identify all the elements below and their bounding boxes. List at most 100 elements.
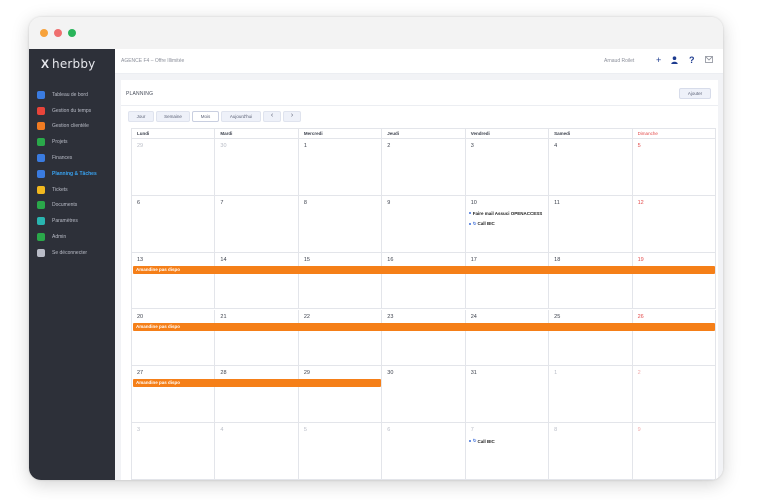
window-control-green[interactable] bbox=[68, 29, 76, 37]
sidebar-item-8[interactable]: Paramètres bbox=[29, 213, 115, 229]
calendar-day-cell[interactable]: 1 bbox=[299, 139, 383, 195]
calendar-multiday-event[interactable]: Amandine pas dispo bbox=[133, 265, 715, 274]
day-number: 16 bbox=[387, 256, 394, 263]
event-dot-icon bbox=[468, 222, 471, 225]
sidebar-item-7[interactable]: Documents bbox=[29, 198, 115, 214]
sidebar-item-2[interactable]: Gestion clientèle bbox=[29, 119, 115, 135]
day-number: 17 bbox=[470, 256, 477, 263]
calendar-day-cell[interactable]: 3 bbox=[132, 423, 216, 479]
calendar-day-cell[interactable]: 4 bbox=[215, 423, 299, 479]
event-dot-icon bbox=[468, 440, 471, 443]
calendar-day-cell[interactable]: 9 bbox=[382, 195, 466, 252]
calendar-day-cell[interactable]: 8 bbox=[549, 423, 633, 479]
sidebar-item-10[interactable]: Se déconnecter bbox=[29, 245, 115, 261]
sidebar-item-6[interactable]: Tickets bbox=[29, 182, 115, 198]
prev-month-button[interactable]: ‹ bbox=[263, 111, 281, 122]
calendar-day-cell[interactable]: 9 bbox=[633, 423, 716, 479]
calendar-day-cell[interactable]: 18 bbox=[549, 252, 633, 309]
calendar-day-cell[interactable]: 27 bbox=[132, 366, 216, 423]
calendar-multiday-event[interactable]: Amandine pas dispo bbox=[133, 322, 715, 331]
chevron-right-icon: › bbox=[290, 112, 294, 119]
calendar-week-row: 20 21 22 23 24 25 26 bbox=[132, 309, 716, 367]
plus-icon[interactable]: + bbox=[656, 56, 661, 65]
view-day-button[interactable]: Jour bbox=[128, 111, 154, 122]
sidebar-item-0[interactable]: Tableau de bord bbox=[29, 87, 115, 103]
calendar-day-cell[interactable]: 7 bbox=[215, 195, 299, 252]
calendar-day-cell[interactable]: 26 bbox=[633, 309, 716, 366]
calendar-day-cell[interactable]: 3 bbox=[466, 139, 550, 195]
wallet-icon bbox=[37, 154, 45, 163]
day-number: 25 bbox=[554, 313, 561, 320]
calendar-day-cell[interactable]: 28 bbox=[215, 366, 299, 423]
logout-icon bbox=[37, 248, 45, 257]
view-today-button[interactable]: Aujourd'hui bbox=[221, 111, 261, 122]
add-button[interactable]: Ajouter bbox=[679, 88, 711, 99]
day-number: 23 bbox=[387, 313, 394, 320]
calendar-day-cell[interactable]: 29 bbox=[132, 139, 216, 195]
calendar-day-cell[interactable]: 29 bbox=[299, 366, 383, 423]
sidebar-item-9[interactable]: Admin bbox=[29, 229, 115, 245]
sidebar-item-3[interactable]: Projets bbox=[29, 134, 115, 150]
calendar-grid: Lundi Mardi Mercredi Jeudi Vendredi Samedi Dim… bbox=[131, 128, 716, 480]
calendar-multiday-event[interactable]: Amandine pas dispo bbox=[133, 379, 382, 388]
calendar-day-cell[interactable]: 15 bbox=[299, 252, 383, 309]
breadcrumb[interactable]: AGENCE F4 – Offre Illimitée bbox=[121, 58, 184, 64]
mail-icon[interactable] bbox=[705, 56, 713, 65]
calendar-day-cell[interactable]: 30 bbox=[382, 366, 466, 423]
calendar-day-cell[interactable]: 7 bbox=[466, 423, 550, 479]
day-number: 5 bbox=[637, 143, 641, 149]
day-number: 15 bbox=[303, 256, 310, 263]
calendar-day-cell[interactable]: 5 bbox=[299, 423, 383, 479]
window-control-red[interactable] bbox=[54, 29, 62, 37]
calendar-event[interactable]: ↻Call BIC bbox=[468, 221, 495, 227]
calendar-day-cell[interactable]: 5 bbox=[633, 139, 716, 195]
help-icon[interactable]: ? bbox=[689, 56, 695, 65]
calendar-day-cell[interactable]: 13 bbox=[132, 252, 216, 309]
calendar-day-cell[interactable]: 12 bbox=[633, 195, 716, 252]
sidebar-item-4[interactable]: Finances bbox=[29, 150, 115, 166]
ticket-icon bbox=[37, 185, 45, 194]
user-name[interactable]: Arnaud Roilet bbox=[604, 58, 634, 64]
calendar-day-cell[interactable]: 30 bbox=[215, 139, 299, 195]
calendar-day-cell[interactable]: 6 bbox=[132, 195, 216, 252]
calendar-day-cell[interactable]: 4 bbox=[549, 139, 633, 195]
next-month-button[interactable]: › bbox=[283, 111, 301, 122]
calendar-day-cell[interactable]: 22 bbox=[299, 309, 383, 366]
calendar-day-cell[interactable]: 31 bbox=[466, 366, 550, 423]
day-number: 27 bbox=[137, 370, 144, 377]
calendar-day-cell[interactable]: 14 bbox=[215, 252, 299, 309]
calendar-day-cell[interactable]: 1 bbox=[549, 366, 633, 423]
calendar-week-row: 27 28 29 30 31 1 2 bbox=[132, 366, 716, 424]
app-logo[interactable]: X herbby bbox=[41, 57, 95, 71]
sidebar-item-5[interactable]: Planning & Tâches bbox=[29, 166, 115, 182]
window-control-orange[interactable] bbox=[40, 29, 48, 37]
calendar-day-cell[interactable]: 6 bbox=[382, 423, 466, 479]
day-number: 19 bbox=[637, 256, 644, 263]
calendar-day-cell[interactable]: 2 bbox=[633, 366, 716, 423]
calendar-week-row: 6 7 8 9 10 11 12 bbox=[132, 195, 716, 253]
calendar-day-cell[interactable]: 19 bbox=[633, 252, 716, 309]
calendar-day-cell[interactable]: 21 bbox=[215, 309, 299, 366]
calendar-day-cell[interactable]: 24 bbox=[466, 309, 550, 366]
day-number: 28 bbox=[220, 370, 227, 377]
view-month-button[interactable]: Mois bbox=[192, 111, 219, 122]
calendar-event[interactable]: Faire mail Assuci OPENACCESS bbox=[468, 211, 542, 216]
day-number: 26 bbox=[637, 313, 644, 320]
event-label: Call BIC bbox=[477, 221, 495, 227]
day-number: 12 bbox=[637, 199, 644, 206]
sidebar-item-1[interactable]: Gestion du temps bbox=[29, 103, 115, 119]
day-number: 20 bbox=[137, 313, 144, 320]
calendar-day-cell[interactable]: 23 bbox=[382, 309, 466, 366]
calendar-day-cell[interactable]: 20 bbox=[132, 309, 216, 366]
calendar-day-cell[interactable]: 17 bbox=[466, 252, 550, 309]
day-number: 5 bbox=[303, 427, 307, 434]
view-week-button[interactable]: Semaine bbox=[156, 111, 190, 122]
calendar-day-cell[interactable]: 25 bbox=[549, 309, 633, 366]
calendar-day-cell[interactable]: 16 bbox=[382, 252, 466, 309]
day-number: 3 bbox=[137, 427, 141, 434]
calendar-day-cell[interactable]: 8 bbox=[299, 195, 383, 252]
calendar-day-cell[interactable]: 11 bbox=[549, 195, 633, 252]
calendar-day-cell[interactable]: 2 bbox=[382, 139, 466, 195]
calendar-event[interactable]: ↻Call BIC bbox=[468, 438, 495, 444]
user-icon[interactable] bbox=[671, 56, 678, 66]
